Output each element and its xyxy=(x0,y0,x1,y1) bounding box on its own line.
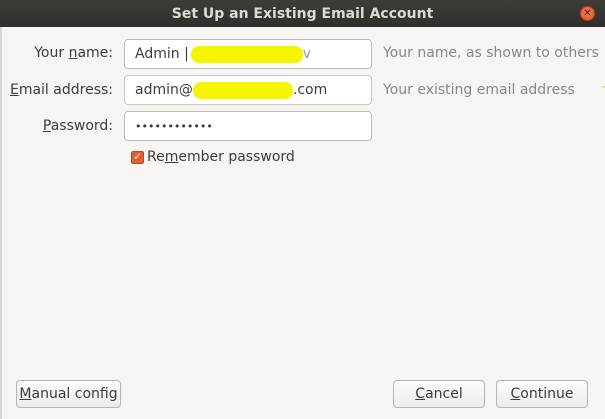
password-label-post: assword: xyxy=(50,118,113,134)
continue-button[interactable]: Continue xyxy=(496,380,588,408)
cancel-button[interactable]: Cancel xyxy=(393,380,485,408)
remember-password-row[interactable]: ✓ Remember password xyxy=(131,149,295,165)
manual-config-button[interactable]: Manual config xyxy=(16,380,121,408)
email-label: Email address: xyxy=(10,82,113,98)
continue-accel: C xyxy=(510,386,521,402)
redaction-highlight xyxy=(190,45,303,63)
email-value-post: .com xyxy=(292,82,328,98)
name-label-post: ame: xyxy=(77,45,113,61)
name-hint: Your name, as shown to others xyxy=(383,45,599,61)
email-field[interactable]: admin@ .com xyxy=(124,75,372,105)
email-label-post: mail address: xyxy=(18,82,113,98)
name-field[interactable]: Admin | v xyxy=(124,39,372,69)
password-label-accel: P xyxy=(42,118,51,134)
window-title: Set Up an Existing Email Account xyxy=(171,5,434,22)
email-hint: Your existing email address xyxy=(383,82,575,98)
close-icon[interactable]: ✕ xyxy=(580,6,595,21)
remember-label-post: ember password xyxy=(178,149,295,165)
name-label-pre: Your xyxy=(34,45,69,61)
password-value: •••••••••••• xyxy=(135,119,213,133)
email-value-pre: admin@ xyxy=(135,82,193,98)
manual-config-accel: M xyxy=(19,386,32,402)
name-label: Your name: xyxy=(34,45,113,61)
left-edge xyxy=(0,27,2,419)
password-field[interactable]: •••••••••••• xyxy=(124,111,372,141)
remember-label-accel: m xyxy=(164,149,179,165)
manual-config-label: anual config xyxy=(31,386,118,402)
email-label-accel: E xyxy=(9,82,19,98)
redaction-highlight xyxy=(192,81,293,99)
name-value: Admin | xyxy=(135,46,189,62)
cancel-accel: C xyxy=(415,386,426,402)
title-bar: Set Up an Existing Email Account ✕ xyxy=(0,0,605,27)
remember-label: Remember password xyxy=(147,149,295,165)
continue-label: ontinue xyxy=(520,386,574,402)
remember-label-pre: Re xyxy=(147,149,165,165)
cancel-label: ancel xyxy=(425,386,463,402)
name-value-tail: v xyxy=(302,46,312,62)
checkmark-icon[interactable]: ✓ xyxy=(131,150,144,164)
password-label: Password: xyxy=(43,118,113,134)
